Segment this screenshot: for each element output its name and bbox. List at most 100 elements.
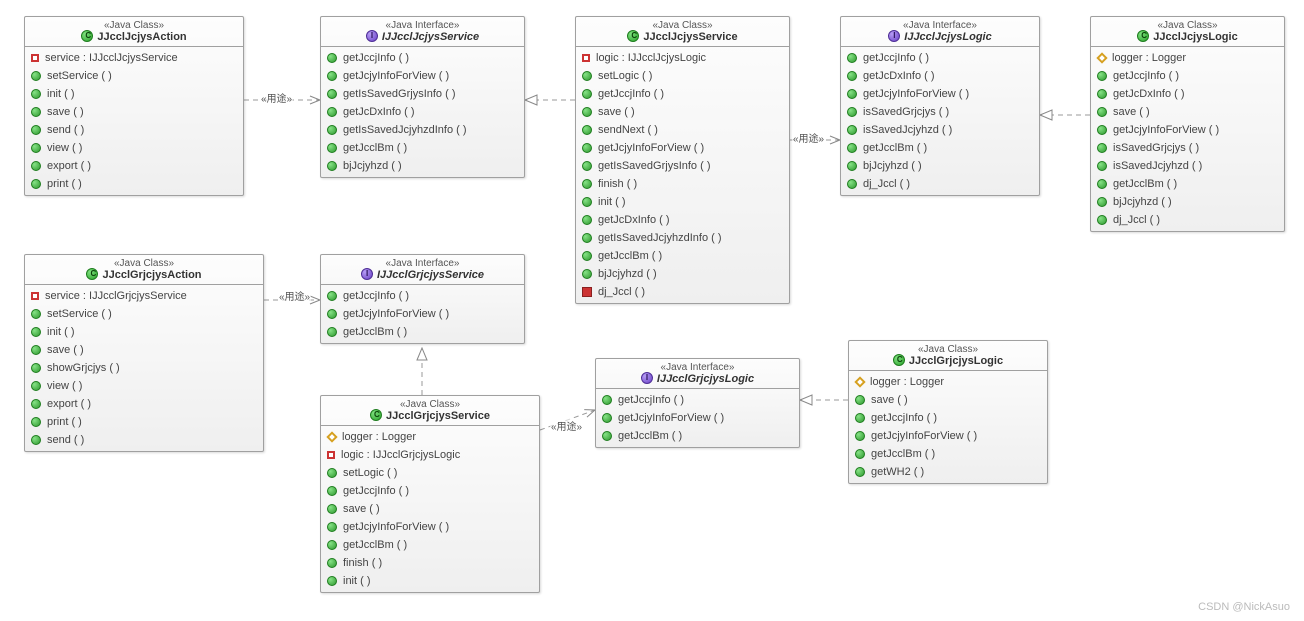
- visibility-marker-icon: [327, 576, 337, 586]
- class-name: IJJcclGrjcjysLogic: [602, 373, 793, 385]
- member-text: getJcDxInfo ( ): [1113, 86, 1185, 102]
- uml-member: save ( ): [849, 391, 1047, 409]
- member-text: getJcDxInfo ( ): [343, 104, 415, 120]
- class-icon: [86, 268, 98, 280]
- member-text: getJcclBm ( ): [1113, 176, 1177, 192]
- visibility-marker-icon: [326, 431, 337, 442]
- uml-member: finish ( ): [576, 175, 789, 193]
- member-text: logic : IJJcclGrjcjysLogic: [341, 447, 460, 463]
- visibility-marker-icon: [847, 125, 857, 135]
- visibility-marker-icon: [582, 125, 592, 135]
- member-text: view ( ): [47, 140, 82, 156]
- uml-member: send ( ): [25, 121, 243, 139]
- uml-member: getJcclBm ( ): [849, 445, 1047, 463]
- watermark: CSDN @NickAsuo: [1198, 601, 1290, 613]
- uml-member: getJcDxInfo ( ): [841, 67, 1039, 85]
- visibility-marker-icon: [855, 467, 865, 477]
- member-text: export ( ): [47, 158, 91, 174]
- member-text: getWH2 ( ): [871, 464, 924, 480]
- member-text: getJcjyInfoForView ( ): [343, 68, 449, 84]
- visibility-marker-icon: [582, 269, 592, 279]
- visibility-marker-icon: [582, 251, 592, 261]
- uml-member: getJccjInfo ( ): [841, 49, 1039, 67]
- interface-icon: [361, 268, 373, 280]
- member-text: isSavedGrjcjys ( ): [1113, 140, 1199, 156]
- member-text: setService ( ): [47, 306, 112, 322]
- visibility-marker-icon: [847, 143, 857, 153]
- visibility-marker-icon: [31, 435, 41, 445]
- visibility-marker-icon: [1097, 125, 1107, 135]
- visibility-marker-icon: [1097, 197, 1107, 207]
- member-text: getJcjyInfoForView ( ): [618, 410, 724, 426]
- uml-member: dj_Jccl ( ): [841, 175, 1039, 193]
- uml-member: getJccjInfo ( ): [321, 482, 539, 500]
- uml-member: export ( ): [25, 157, 243, 175]
- member-text: service : IJJcclGrjcjysService: [45, 288, 187, 304]
- uml-interface-b4: «Java Interface»IJJcclJcjysLogicgetJccjI…: [840, 16, 1040, 196]
- visibility-marker-icon: [31, 161, 41, 171]
- visibility-marker-icon: [1097, 71, 1107, 81]
- uml-body: logger : Loggersave ( )getJccjInfo ( ) ge…: [849, 371, 1047, 483]
- stereotype-label: «Java Interface»: [847, 20, 1033, 31]
- member-text: getJcjyInfoForView ( ): [863, 86, 969, 102]
- visibility-marker-icon: [327, 143, 337, 153]
- uml-header: «Java Class»JJcclJcjysLogic: [1091, 17, 1284, 47]
- uml-body: getJccjInfo ( )getJcjyInfoForView ( )get…: [321, 285, 524, 343]
- uml-member: setService ( ): [25, 305, 263, 323]
- member-text: logger : Logger: [870, 374, 944, 390]
- visibility-marker-icon: [582, 89, 592, 99]
- visibility-marker-icon: [327, 161, 337, 171]
- class-name: JJcclGrjcjysService: [327, 410, 533, 422]
- member-text: getJccjInfo ( ): [871, 410, 937, 426]
- visibility-marker-icon: [327, 89, 337, 99]
- member-text: bjJcjyhzd ( ): [1113, 194, 1172, 210]
- member-text: getJcclBm ( ): [863, 140, 927, 156]
- uml-member: getJcjyInfoForView ( ): [849, 427, 1047, 445]
- uml-member: bjJcjyhzd ( ): [1091, 193, 1284, 211]
- uml-header: «Java Class»JJcclJcjysService: [576, 17, 789, 47]
- uml-member: service : IJJcclJcjysService: [25, 49, 243, 67]
- uml-member: save ( ): [25, 341, 263, 359]
- member-text: logger : Logger: [1112, 50, 1186, 66]
- member-text: getJcjyInfoForView ( ): [871, 428, 977, 444]
- uml-member: getWH2 ( ): [849, 463, 1047, 481]
- visibility-marker-icon: [31, 417, 41, 427]
- uml-member: getJcjyInfoForView ( ): [321, 67, 524, 85]
- interface-icon: [888, 30, 900, 42]
- uml-class-b8: «Java Class»JJcclGrjcjysServicelogger : …: [320, 395, 540, 593]
- class-name-text: JJcclGrjcjysService: [386, 410, 490, 422]
- uml-class-b3: «Java Class»JJcclJcjysServicelogic : IJJ…: [575, 16, 790, 304]
- connector-label: «用途»: [792, 130, 825, 145]
- visibility-marker-icon: [31, 143, 41, 153]
- uml-member: getJcclBm ( ): [576, 247, 789, 265]
- class-name-text: JJcclJcjysService: [643, 31, 737, 43]
- uml-member: getJccjInfo ( ): [1091, 67, 1284, 85]
- uml-member: getIsSavedGrjysInfo ( ): [321, 85, 524, 103]
- member-text: bjJcjyhzd ( ): [598, 266, 657, 282]
- visibility-marker-icon: [327, 125, 337, 135]
- uml-member: getJccjInfo ( ): [321, 49, 524, 67]
- member-text: getJcclBm ( ): [343, 140, 407, 156]
- interface-icon: [641, 372, 653, 384]
- visibility-marker-icon: [602, 413, 612, 423]
- class-name: IJJcclJcjysService: [327, 31, 518, 43]
- uml-member: view ( ): [25, 139, 243, 157]
- member-text: setService ( ): [47, 68, 112, 84]
- class-name: IJJcclGrjcjysService: [327, 269, 518, 281]
- class-name: JJcclGrjcjysAction: [31, 269, 257, 281]
- visibility-marker-icon: [855, 431, 865, 441]
- visibility-marker-icon: [327, 522, 337, 532]
- class-name-text: JJcclGrjcjysLogic: [909, 355, 1003, 367]
- visibility-marker-icon: [327, 309, 337, 319]
- visibility-marker-icon: [1096, 52, 1107, 63]
- member-text: dj_Jccl ( ): [598, 284, 645, 300]
- visibility-marker-icon: [582, 143, 592, 153]
- member-text: getJccjInfo ( ): [863, 50, 929, 66]
- member-text: getJccjInfo ( ): [618, 392, 684, 408]
- uml-member: isSavedJcjyhzd ( ): [1091, 157, 1284, 175]
- member-text: isSavedJcjyhzd ( ): [863, 122, 952, 138]
- visibility-marker-icon: [31, 327, 41, 337]
- member-text: getJcclBm ( ): [618, 428, 682, 444]
- member-text: isSavedJcjyhzd ( ): [1113, 158, 1202, 174]
- uml-member: getJcDxInfo ( ): [576, 211, 789, 229]
